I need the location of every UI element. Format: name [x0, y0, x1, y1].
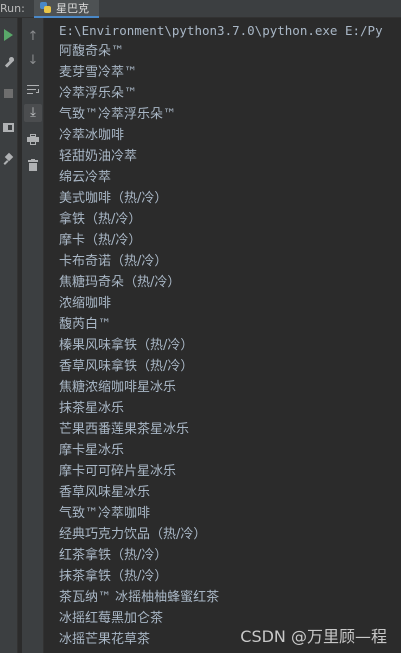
- run-tab[interactable]: 星巴克: [34, 0, 99, 18]
- clear-all-button[interactable]: [24, 156, 42, 174]
- restore-layout-button[interactable]: [1, 118, 16, 136]
- console-line: 美式咖啡（热/冷）: [59, 191, 168, 206]
- run-tool-window-header: Run: 星巴克: [0, 0, 401, 18]
- console-line: 焦糖浓缩咖啡星冰乐: [59, 380, 177, 395]
- play-icon: [4, 29, 13, 41]
- console-line: 抹茶拿铁（热/冷）: [59, 569, 168, 584]
- console-line: 冰摇红莓黑加仑茶: [59, 611, 164, 626]
- console-line: 轻甜奶油冷萃: [59, 149, 138, 164]
- printer-icon: [27, 133, 39, 145]
- print-button[interactable]: [24, 130, 42, 148]
- console-line: 冰摇芒果花草茶: [59, 632, 151, 647]
- python-icon: [40, 2, 51, 13]
- console-line: 摩卡可可碎片星冰乐: [59, 464, 177, 479]
- layout-icon: [3, 122, 14, 132]
- stop-button[interactable]: [1, 84, 16, 102]
- scroll-to-end-button[interactable]: ⤓: [24, 104, 42, 122]
- console-line: 浓缩咖啡: [59, 296, 112, 311]
- console-line: 绵云冷萃: [59, 170, 112, 185]
- stop-icon: [4, 88, 13, 98]
- run-tab-label: 星巴克: [56, 1, 89, 15]
- csdn-watermark: CSDN @万里顾—程: [238, 623, 389, 647]
- console-command-line: E:\Environment\python3.7.0\python.exe E:…: [59, 23, 383, 38]
- soft-wrap-button[interactable]: [24, 80, 42, 98]
- console-line: 榛果风味拿铁（热/冷）: [59, 338, 194, 353]
- scroll-up-button[interactable]: ↑: [24, 28, 42, 46]
- console-line: 气致™冷萃浮乐朵™: [59, 107, 177, 122]
- scroll-to-end-icon: ⤓: [30, 105, 36, 120]
- console-line: 气致™冷萃咖啡: [59, 506, 151, 521]
- console-line: 经典巧克力饮品（热/冷）: [59, 527, 207, 542]
- wrench-icon: [4, 57, 14, 68]
- console-line: 茶瓦纳™ 冰摇柚柚蜂蜜红茶: [59, 590, 220, 605]
- console-toolbar: ↑ ↓ ⤓: [22, 18, 44, 653]
- console-output[interactable]: E:\Environment\python3.7.0\python.exe E:…: [44, 18, 401, 653]
- console-line: 抹茶星冰乐: [59, 401, 125, 416]
- pin-tab-button[interactable]: [1, 150, 16, 168]
- console-line: 摩卡星冰乐: [59, 443, 125, 458]
- console-line: 摩卡（热/冷）: [59, 233, 142, 248]
- console-line: 馥芮白™: [59, 317, 112, 332]
- console-line: 拿铁（热/冷）: [59, 212, 142, 227]
- rerun-button[interactable]: [1, 26, 16, 44]
- console-line: 冷萃冰咖啡: [59, 128, 125, 143]
- scroll-down-button[interactable]: ↓: [24, 52, 42, 70]
- edit-configuration-button[interactable]: [1, 54, 16, 72]
- arrow-down-icon: ↓: [27, 53, 39, 68]
- run-side-toolbar: [0, 18, 18, 653]
- console-line: 卡布奇诺（热/冷）: [59, 254, 168, 269]
- console-line: 阿馥奇朵™: [59, 44, 125, 59]
- console-line: 麦芽雪冷萃™: [59, 65, 138, 80]
- run-label: Run:: [0, 1, 25, 15]
- console-line: 芒果西番莲果茶星冰乐: [59, 422, 190, 437]
- pin-icon: [4, 154, 14, 164]
- console-line: 红茶拿铁（热/冷）: [59, 548, 168, 563]
- console-line: 冷萃浮乐朵™: [59, 86, 138, 101]
- arrow-up-icon: ↑: [27, 29, 39, 44]
- trash-icon: [28, 159, 38, 171]
- soft-wrap-icon: [27, 84, 39, 95]
- console-line: 香草风味拿铁（热/冷）: [59, 359, 194, 374]
- console-line: 焦糖玛奇朵（热/冷）: [59, 275, 181, 290]
- console-line: 香草风味星冰乐: [59, 485, 151, 500]
